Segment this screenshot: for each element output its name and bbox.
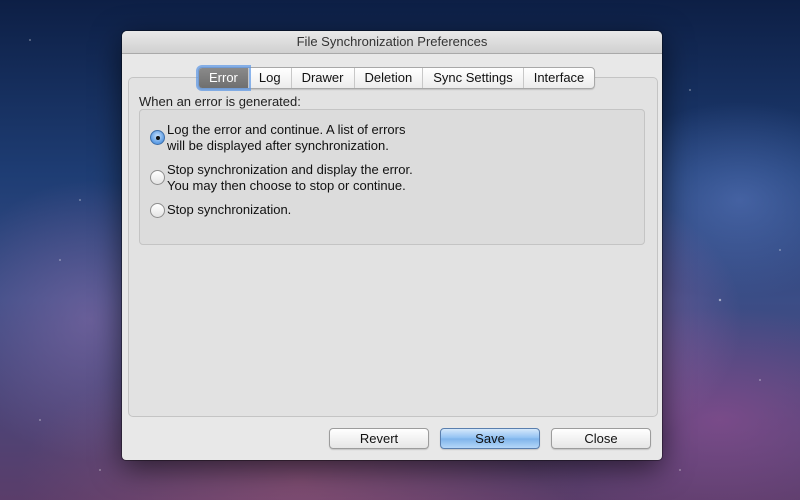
tab-drawer[interactable]: Drawer <box>290 68 354 88</box>
option-log-and-continue[interactable]: Log the error and continue. A list of er… <box>150 122 405 154</box>
option-line: will be displayed after synchronization. <box>167 138 389 153</box>
option-line: Stop synchronization. <box>167 202 292 217</box>
option-stop-synchronization[interactable]: Stop synchronization. <box>150 202 291 218</box>
tab-interface[interactable]: Interface <box>522 68 595 88</box>
window-title: File Synchronization Preferences <box>122 31 662 54</box>
save-button[interactable]: Save <box>440 428 540 449</box>
tab-sync-settings[interactable]: Sync Settings <box>422 68 523 88</box>
close-button[interactable]: Close <box>551 428 651 449</box>
option-line: Stop synchronization and display the err… <box>167 162 413 177</box>
tab-log[interactable]: Log <box>247 68 291 88</box>
error-option-group: Log the error and continue. A list of er… <box>139 109 645 245</box>
tab-deletion[interactable]: Deletion <box>353 68 423 88</box>
radio-unchecked-icon[interactable] <box>150 203 165 218</box>
preferences-window: File Synchronization Preferences Error L… <box>122 31 662 460</box>
revert-button[interactable]: Revert <box>329 428 429 449</box>
radio-checked-icon[interactable] <box>150 130 165 145</box>
option-line: You may then choose to stop or continue. <box>167 178 406 193</box>
radio-unchecked-icon[interactable] <box>150 170 165 185</box>
tab-bar: Error Log Drawer Deletion Sync Settings … <box>198 67 596 89</box>
tab-error[interactable]: Error <box>199 68 248 88</box>
error-group-label: When an error is generated: <box>139 94 301 109</box>
option-stop-and-display[interactable]: Stop synchronization and display the err… <box>150 162 413 194</box>
option-line: Log the error and continue. A list of er… <box>167 122 406 137</box>
